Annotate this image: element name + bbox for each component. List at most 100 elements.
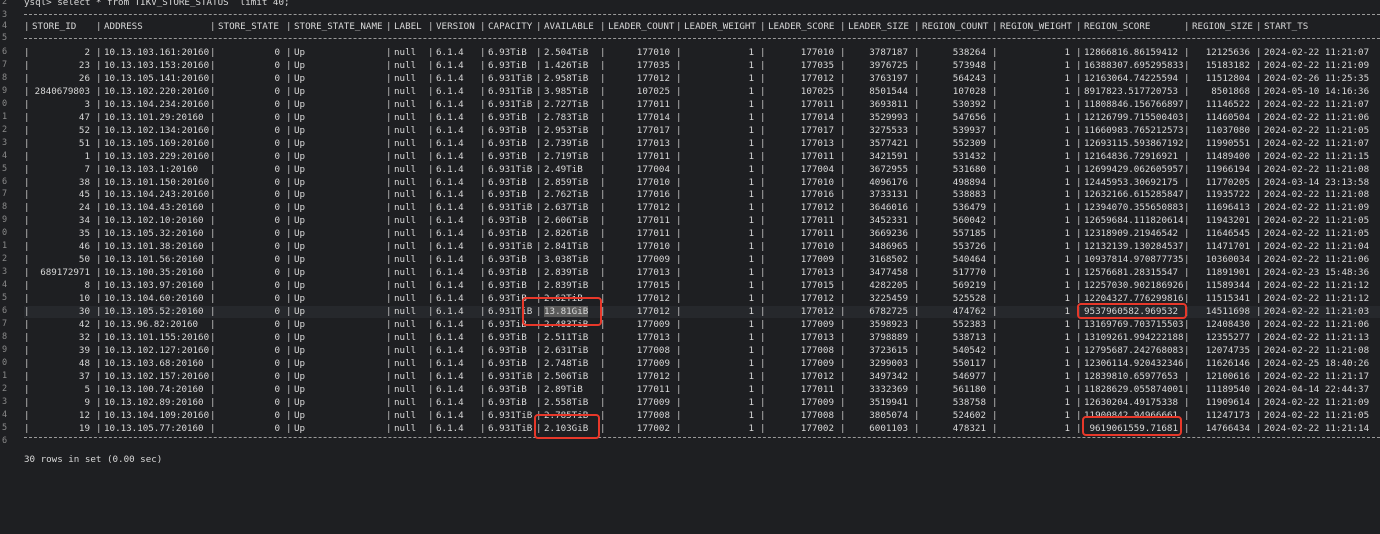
column-divider: | [676,111,682,123]
table-cell-store-state-name: Up [294,202,306,214]
column-divider: | [480,370,486,382]
table-cell-leader-weight: 1 [748,98,754,110]
column-divider: | [210,357,216,369]
column-divider: | [1184,202,1190,214]
table-cell-version: 6.1.4 [436,163,464,175]
column-divider: | [1076,98,1082,110]
column-divider: | [1076,111,1082,123]
column-divider: | [1256,422,1262,434]
table-cell-leader-weight: 1 [748,331,754,343]
table-cell-store-id: 2840679803 [34,85,90,97]
table-cell-store-id: 34 [78,215,90,227]
column-divider: | [428,59,434,71]
column-divider: | [992,306,998,317]
table-cell-store-state-name: Up [294,370,306,382]
table-cell-capacity: 6.931TiB [488,85,533,97]
table-cell-address: 10.13.100.74:20160 [104,383,204,395]
column-divider: | [24,21,30,32]
column-divider: | [600,331,606,343]
table-cell-store-id: 689172971 [40,267,90,279]
table-cell-leader-score: 177015 [800,280,834,292]
column-divider: | [386,370,392,382]
table-cell-start-ts: 2024-02-26 11:25:35 [1264,72,1370,84]
table-cell-address: 10.13.103.229:20160 [104,150,210,162]
table-cell-leader-size: 3763197 [869,72,908,84]
column-divider: | [914,228,920,240]
column-divider: | [386,396,392,408]
column-divider: | [1256,254,1262,266]
table-cell-region-count: 536479 [952,202,986,214]
column-divider: | [210,111,216,123]
table-cell-region-size: 11966194 [1205,163,1250,175]
table-cell-start-ts: 2024-02-22 11:21:05 [1264,124,1370,136]
line-number: 0 [2,357,8,368]
column-divider: | [480,409,486,421]
column-divider: | [428,202,434,214]
column-divider: | [1076,150,1082,162]
column-divider: | [428,47,434,58]
column-divider: | [840,409,846,421]
table-cell-store-state: 0 [274,318,280,330]
table-cell-leader-size: 3332369 [869,383,908,395]
line-number: 7 [2,189,8,200]
table-cell-label: null [394,163,417,175]
table-cell-region-count: 517770 [952,267,986,279]
table-cell-start-ts: 2024-02-22 11:21:06 [1264,111,1370,123]
table-cell-region-score: 8917823.517720753 [1084,85,1179,97]
table-cell-store-id: 42 [78,318,90,330]
table-cell-leader-weight: 1 [748,72,754,84]
table-cell-start-ts: 2024-02-22 11:21:08 [1264,163,1370,175]
column-divider: | [1256,124,1262,136]
column-divider: | [96,215,102,227]
table-cell-version: 6.1.4 [436,422,464,434]
column-divider: | [840,215,846,227]
table-cell-leader-count: 177015 [636,280,670,292]
column-divider: | [286,280,292,292]
line-number: 8 [2,202,8,213]
column-divider: | [1184,215,1190,227]
line-number: 2 [2,254,8,265]
table-cell-store-id: 5 [84,383,90,395]
table-cell-store-state: 0 [274,150,280,162]
table-cell-store-id: 52 [78,124,90,136]
table-cell-leader-count: 177014 [636,111,670,123]
table-cell-available: 2.826TiB [544,228,589,240]
column-divider: | [428,306,434,317]
terminal-window[interactable]: 23456789012345678901234567890123456 ysql… [0,0,1380,534]
table-cell-region-count: 474762 [952,306,986,317]
table-cell-region-score: 10937814.970877735 [1084,254,1184,266]
table-cell-region-score: 12164836.72916921 [1084,150,1179,162]
table-cell-leader-count: 177009 [636,396,670,408]
column-divider: | [1256,215,1262,227]
column-divider: | [1256,189,1262,201]
table-cell-start-ts: 2024-02-22 11:21:09 [1264,59,1370,71]
column-divider: | [286,318,292,330]
column-divider: | [210,176,216,188]
table-cell-store-id: 10 [78,293,90,305]
column-divider: | [992,370,998,382]
table-cell-region-count: 538713 [952,331,986,343]
table-cell-leader-count: 177009 [636,318,670,330]
table-cell-leader-count: 177010 [636,47,670,58]
line-number: 5 [2,293,8,304]
column-divider: | [286,254,292,266]
table-cell-capacity: 6.93TiB [488,124,527,136]
column-divider: | [480,21,486,32]
column-divider: | [480,124,486,136]
column-divider: | [992,163,998,175]
table-cell-leader-count: 177009 [636,357,670,369]
table-cell-leader-count: 177035 [636,59,670,71]
table-cell-address: 10.13.100.35:20160 [104,267,204,279]
table-cell-leader-count: 177013 [636,331,670,343]
table-cell-leader-score: 177009 [800,357,834,369]
column-divider: | [536,189,542,201]
column-divider: | [914,331,920,343]
line-number: 7 [2,59,8,70]
table-cell-address: 10.13.103.161:20160 [104,47,210,58]
column-divider: | [914,370,920,382]
column-divider: | [914,357,920,369]
table-cell-capacity: 6.931TiB [488,98,533,110]
column-divider: | [428,98,434,110]
column-divider: | [1256,370,1262,382]
table-cell-leader-weight: 1 [748,357,754,369]
